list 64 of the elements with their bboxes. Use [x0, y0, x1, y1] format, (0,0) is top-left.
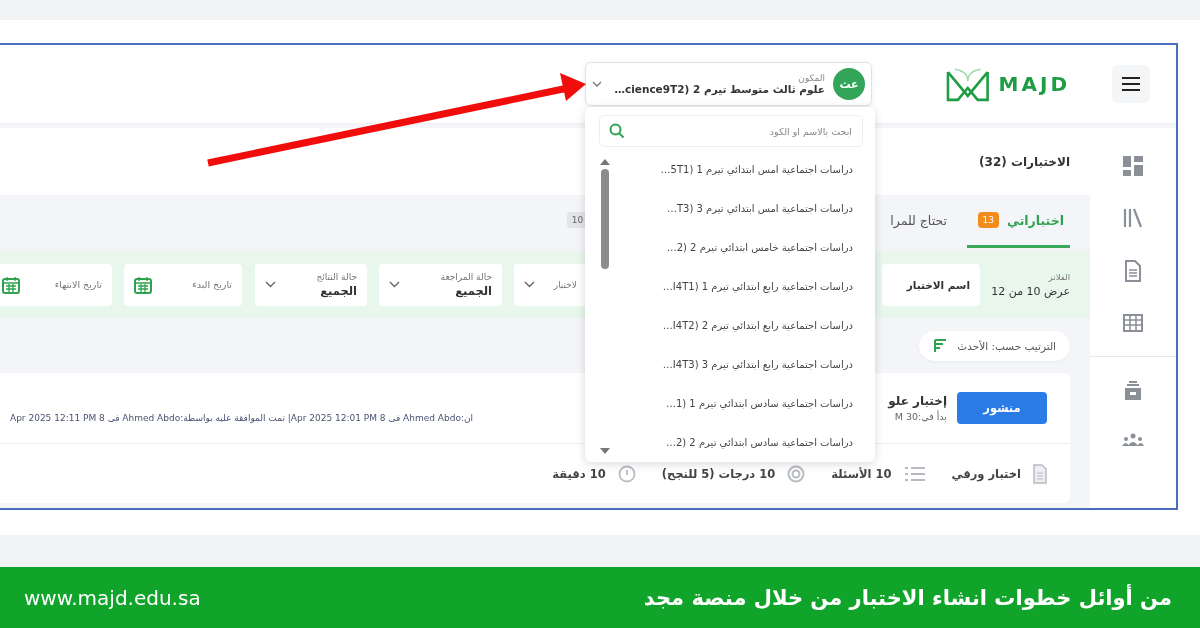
calendar-icon [134, 275, 152, 294]
banner-headline: من أوائل خطوات انشاء الاختبار من خلال منصة مجد [643, 585, 1172, 610]
tab[interactable]: تحتاج للمرا [884, 195, 953, 248]
approval-info: ان:Ahmed Abdo فى 8 Apr 2025 12:01 PM| تمت الموافقة عليه بواسطة:Ahmed Abdo فى 8 Apr 2025 12:11 PM [10, 413, 474, 423]
date-field[interactable]: تاريخ البدء [124, 263, 242, 306]
filter-value: الجميع [319, 283, 357, 298]
clock-icon [617, 464, 636, 483]
filters-label: الفلاتر [1047, 271, 1070, 282]
exam-detail: 10 دقيقة [552, 466, 606, 481]
tab[interactable]: 10 [560, 195, 595, 248]
chevron-down-icon [592, 81, 602, 87]
filter-value: الجميع [454, 283, 492, 298]
page-title: الاختبارات (32) [979, 154, 1070, 169]
chevron-down-icon [524, 281, 535, 288]
menu-button[interactable] [1112, 65, 1150, 103]
dashboard-icon[interactable] [1123, 156, 1143, 176]
dropdown-item[interactable]: دراسات اجتماعية سادس ابتدائي تيرم 1 (1… [611, 393, 853, 413]
target-icon [787, 464, 806, 483]
avatar: عث [833, 68, 865, 100]
exam-detail: 10 درجات (5 للنجح) [661, 466, 776, 481]
search-field[interactable]: ابحث بالاسم او الكود [599, 115, 863, 147]
status-button[interactable]: منشور [957, 392, 1047, 424]
menu-icon [1121, 76, 1141, 92]
chevron-down-icon [389, 281, 400, 288]
calendar-icon [2, 275, 20, 294]
chevron-down-icon [265, 281, 276, 288]
selector-value: علوم ثالث متوسط تيرم 2 (cience9T2… [613, 83, 825, 95]
dropdown-item[interactable]: دراسات اجتماعية امس ابتدائي تيرم 1 (5T1… [611, 159, 853, 179]
logo-wordmark: MAJD [998, 72, 1070, 96]
library-icon[interactable] [1123, 208, 1143, 228]
results-count: عرض 10 من 12 [990, 284, 1070, 298]
search-icon [609, 123, 625, 139]
dropdown-item[interactable]: دراسات اجتماعية خامس ابتدائي تيرم 2 (2… [611, 237, 853, 257]
dropdown-item[interactable]: دراسات اجتماعية رابع ابتدائي تيرم 1 (I4T1… [611, 276, 853, 296]
filter-lines-icon [933, 338, 948, 353]
filter-dropdown[interactable]: لاختبار [514, 263, 587, 306]
exam-detail: اختبار ورقي [951, 466, 1021, 481]
filter-label: حالة المراجعة [440, 271, 492, 282]
archive-box-icon[interactable] [1124, 381, 1142, 401]
filter-label: حالة النتائج [316, 271, 357, 282]
list-icon [903, 465, 926, 482]
selector-label: المكون [797, 73, 825, 83]
filter-label: لاختبار [553, 279, 577, 290]
filter-dropdown[interactable]: حالة المراجعة الجميع [379, 263, 502, 306]
people-group-icon[interactable] [1122, 433, 1144, 447]
book-logo-icon [945, 66, 991, 102]
exam-start-date: بدأ في:30 M [893, 411, 947, 422]
scroll-down-icon[interactable] [600, 448, 610, 454]
sort-button[interactable]: الترتيب حسب: الأحدث [919, 330, 1070, 361]
exam-detail: 10 الأسئلة [831, 466, 892, 481]
scroll-up-icon[interactable] [600, 159, 610, 165]
document-icon [1033, 463, 1047, 484]
dropdown-item[interactable]: دراسات اجتماعية رابع ابتدائي تيرم 2 (I4T2… [611, 315, 853, 335]
name-filter-field[interactable]: اسم الاختبار [882, 263, 980, 306]
document-icon[interactable] [1125, 260, 1141, 282]
dropdown-item[interactable]: دراسات اجتماعية سادس ابتدائي تيرم 2 (2… [611, 432, 853, 452]
dropdown-item[interactable]: دراسات اجتماعية رابع ابتدائي تيرم 3 (I4T3… [611, 354, 853, 374]
date-field[interactable]: تاريخ الانتهاء [0, 263, 112, 306]
exam-title: إختبار علو [888, 394, 947, 408]
table-icon[interactable] [1123, 314, 1143, 332]
filter-dropdown[interactable]: حالة النتائج الجميع [255, 263, 367, 306]
subject-selector[interactable]: عث المكون علوم ثالث متوسط تيرم 2 (cience9T2… [585, 62, 872, 106]
scrollbar-thumb[interactable] [601, 169, 609, 269]
dropdown-item[interactable]: دراسات اجتماعية امس ابتدائي تيرم 3 (T3… [611, 198, 853, 218]
